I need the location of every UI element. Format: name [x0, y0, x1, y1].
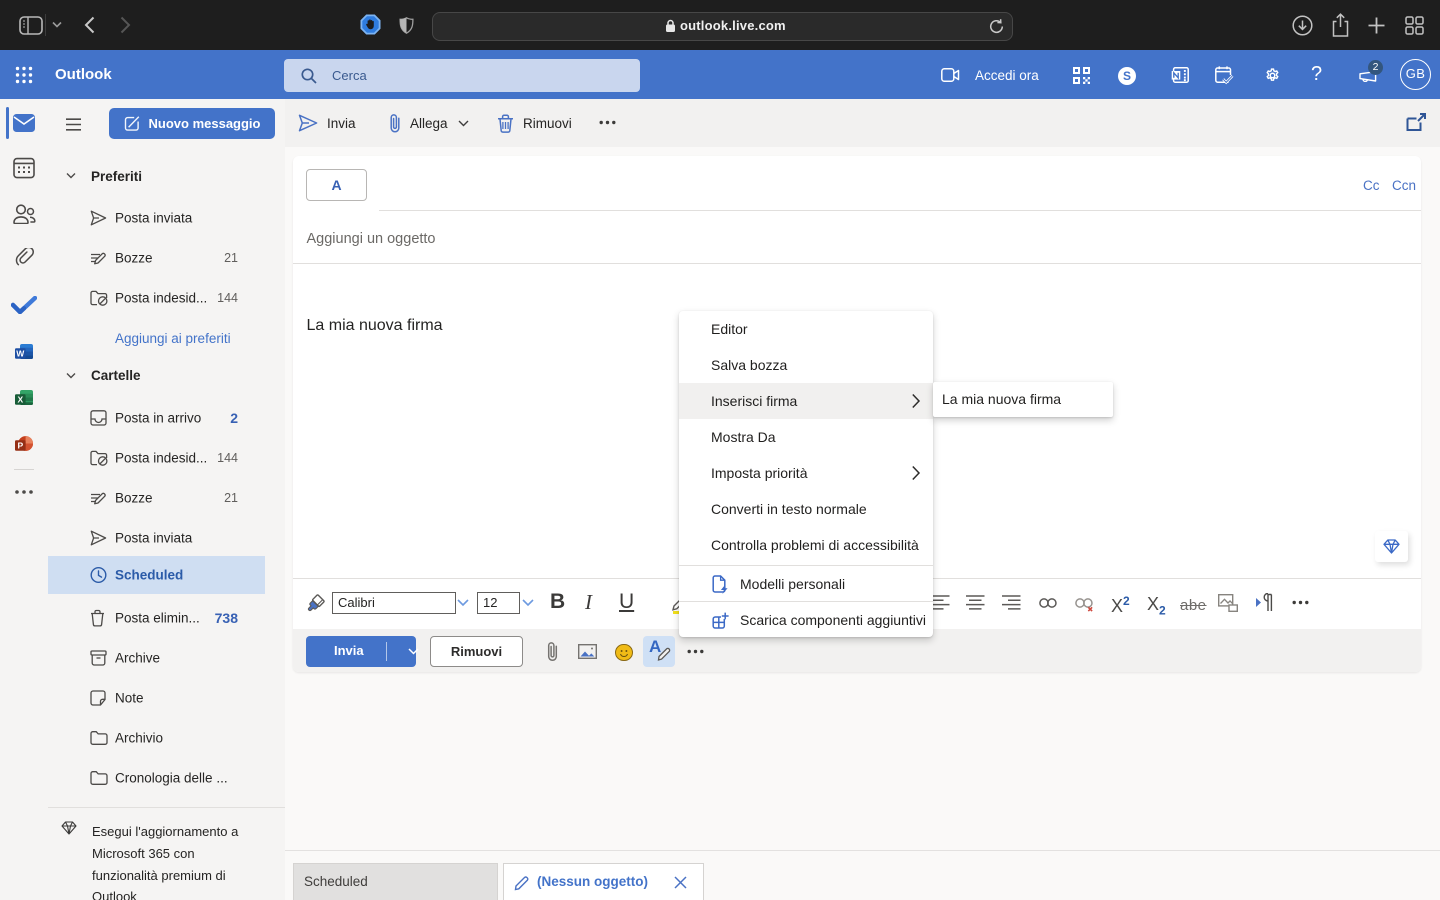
svg-text:X: X: [17, 394, 23, 404]
svg-text:W: W: [16, 348, 25, 358]
svg-text:P: P: [17, 440, 23, 450]
